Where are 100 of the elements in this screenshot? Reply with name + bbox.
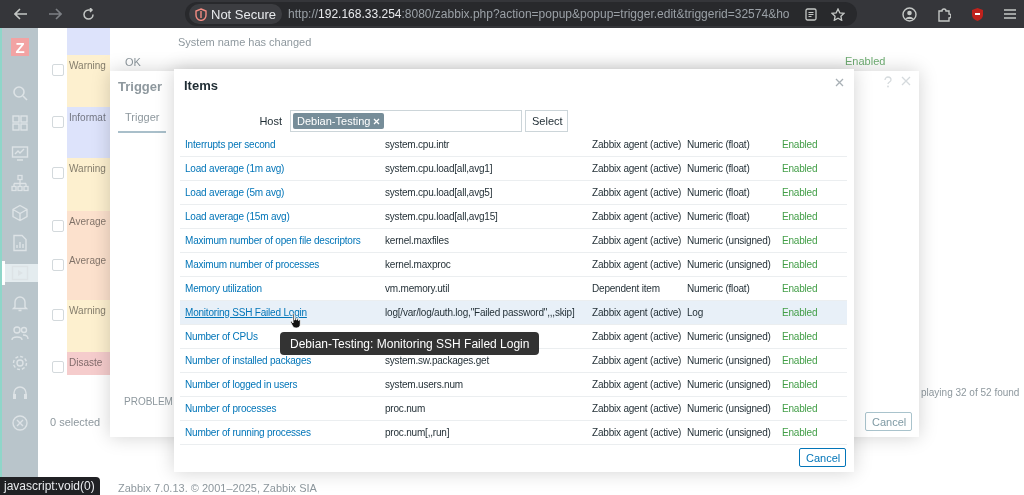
table-cell-text: Numeric (float) <box>687 283 751 294</box>
checkbox[interactable] <box>52 167 64 179</box>
selected-count: 0 selected <box>50 416 101 428</box>
item-link[interactable]: Monitoring SSH Failed Login <box>185 307 307 318</box>
item-link[interactable]: Memory utilization <box>185 283 262 294</box>
reload-icon[interactable] <box>82 7 95 21</box>
table-row[interactable]: Load average (15m avg) system.cpu.load[all,avg15] Zabbix agent (active) Numeric (float) Enabled <box>180 205 847 229</box>
severity-cell: Informat <box>67 107 110 158</box>
checkbox[interactable] <box>52 361 64 373</box>
table-cell-text: Numeric (float) <box>687 139 751 150</box>
checkbox[interactable] <box>52 64 64 76</box>
cancel-button[interactable]: Cancel <box>865 412 912 431</box>
field-label: Host <box>258 115 282 127</box>
item-link[interactable]: Number of installed packages <box>185 355 312 366</box>
table-cell-text: Numeric (unsigned) <box>687 355 772 366</box>
item-link[interactable]: Number of running processes <box>185 427 311 438</box>
severity-cell: Average <box>67 250 110 300</box>
table-cell-text: Numeric (unsigned) <box>687 259 772 270</box>
report-icon[interactable] <box>11 234 29 252</box>
headset-icon[interactable] <box>11 384 29 402</box>
item-link[interactable]: Load average (15m avg) <box>185 211 290 222</box>
reader-icon[interactable] <box>805 7 818 21</box>
status-text: Enabled <box>782 211 819 222</box>
select-button[interactable]: Select <box>525 110 568 132</box>
item-link[interactable]: Load average (5m avg) <box>185 187 285 198</box>
footer-text: Zabbix 7.0.13. © 2001–2025, Zabbix SIA <box>118 482 317 494</box>
item-link[interactable]: Number of logged in users <box>185 379 298 390</box>
status-text: Enabled <box>782 187 819 198</box>
profile-icon[interactable] <box>902 6 917 22</box>
status-text: Enabled <box>845 55 887 67</box>
help-icon[interactable] <box>883 76 893 88</box>
screen-icon[interactable] <box>11 264 29 282</box>
table-row[interactable]: Load average (5m avg) system.cpu.load[all,avg5] Zabbix agent (active) Numeric (float) Enabled <box>180 181 847 205</box>
problem-text: System name has changed <box>178 35 313 48</box>
shield-icon <box>195 7 207 21</box>
search-icon[interactable] <box>11 84 29 102</box>
table-row[interactable]: Number of processes proc.num Zabbix agent (active) Numeric (unsigned) Enabled <box>180 397 847 421</box>
gear-icon[interactable] <box>11 354 29 372</box>
cancel-button[interactable]: Cancel <box>799 448 846 467</box>
puzzle-icon[interactable] <box>937 6 951 22</box>
sidebar-item[interactable] <box>2 264 38 282</box>
close-icon[interactable] <box>901 76 911 86</box>
menu-icon[interactable] <box>1004 8 1016 20</box>
item-link[interactable]: Load average (1m avg) <box>185 163 285 174</box>
table-cell-text: Numeric (unsigned) <box>687 427 772 438</box>
table-cell-text: Zabbix agent (active) <box>592 139 683 150</box>
checkbox[interactable] <box>52 116 64 128</box>
checkbox[interactable] <box>52 309 64 321</box>
item-link[interactable]: Maximum number of processes <box>185 259 320 270</box>
users-icon[interactable] <box>11 324 29 342</box>
status-text: Enabled <box>782 307 819 318</box>
status-bar: javascript:void(0) <box>0 477 100 495</box>
checkbox[interactable] <box>52 259 64 271</box>
table-cell-text: Zabbix agent (active) <box>592 187 683 198</box>
address-bar[interactable]: Not Secure http://192.168.33.254:8080/zabbix.php?action=popup&popup=trigger.edit&triggerid=32574&ho <box>185 2 858 26</box>
table-row[interactable]: Maximum number of open file descriptors kernel.maxfiles Zabbix agent (active) Numeric (unsigned) Enabled <box>180 229 847 253</box>
count-text: playing 32 of 52 found <box>921 387 1020 398</box>
grid-icon[interactable] <box>11 114 29 132</box>
status-text: Enabled <box>782 163 819 174</box>
host-field[interactable]: Debian-Testing <box>290 110 522 132</box>
security-chip[interactable]: Not Secure <box>189 4 283 24</box>
severity-cell: Warning <box>67 158 110 211</box>
status-text: Enabled <box>782 283 819 294</box>
table-row[interactable]: Interrupts per second system.cpu.intr Zabbix agent (active) Numeric (float) Enabled <box>180 133 847 157</box>
table-row[interactable]: Monitoring SSH Failed Login log[/var/log/auth.log,"Failed password",,,skip] Zabbix agent (active) Log Enabled <box>180 301 847 325</box>
status-text: Enabled <box>782 379 819 390</box>
monitor-icon[interactable] <box>11 144 29 162</box>
item-link[interactable]: Number of CPUs <box>185 331 258 342</box>
status-text: Enabled <box>782 427 819 438</box>
table-cell-text: Numeric (unsigned) <box>687 403 772 414</box>
remove-icon[interactable] <box>373 117 381 125</box>
table-row[interactable]: Number of logged in users system.users.num Zabbix agent (active) Numeric (unsigned) Enabled <box>180 373 847 397</box>
checkbox[interactable] <box>52 220 64 232</box>
table-cell-text: system.cpu.load[all,avg5] <box>385 187 494 198</box>
table-cell-text: Zabbix agent (active) <box>592 379 683 390</box>
status-text: Enabled <box>782 403 819 414</box>
table-row[interactable]: Number of running processes proc.num[,,run] Zabbix agent (active) Numeric (unsigned) Enabled <box>180 421 847 445</box>
network-icon[interactable] <box>11 174 29 192</box>
item-link[interactable]: Maximum number of open file descriptors <box>185 235 361 246</box>
table-cell-text: vm.memory.util <box>385 283 451 294</box>
forward-icon[interactable] <box>48 8 62 20</box>
cube-icon[interactable] <box>11 204 29 222</box>
table-row[interactable]: Load average (1m avg) system.cpu.load[all,avg1] Zabbix agent (active) Numeric (float) Enabled <box>180 157 847 181</box>
status-text: Enabled <box>782 139 819 150</box>
table-cell-text: Numeric (float) <box>687 163 751 174</box>
bell-icon[interactable] <box>11 294 29 312</box>
shield-icon[interactable] <box>971 6 984 22</box>
item-link[interactable]: Interrupts per second <box>185 139 276 150</box>
table-cell-text: system.sw.packages.get <box>385 355 490 366</box>
back-icon[interactable] <box>14 8 28 20</box>
table-row[interactable]: Maximum number of processes kernel.maxproc Zabbix agent (active) Numeric (unsigned) Enabled <box>180 253 847 277</box>
table-cell-text: Zabbix agent (active) <box>592 211 683 222</box>
severity-cell: Disaste <box>67 352 110 375</box>
status-text: Enabled <box>782 235 819 246</box>
item-link[interactable]: Number of processes <box>185 403 277 414</box>
star-icon[interactable] <box>831 7 846 21</box>
close-icon[interactable] <box>835 78 844 87</box>
table-cell-text: Log <box>687 307 705 318</box>
tab[interactable]: Trigger <box>118 111 167 133</box>
host-chip: Debian-Testing <box>293 113 385 129</box>
